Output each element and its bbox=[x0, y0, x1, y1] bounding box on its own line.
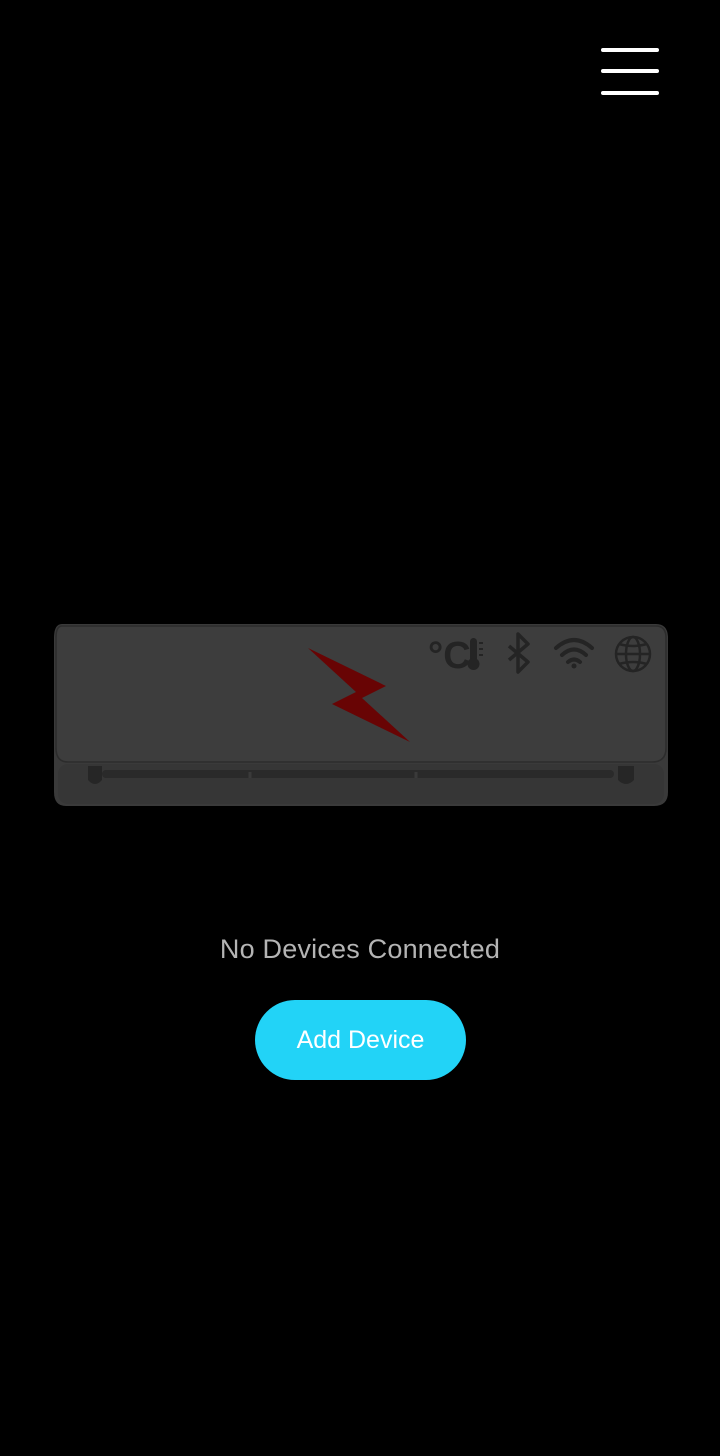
menu-button[interactable] bbox=[594, 42, 666, 102]
air-conditioner-illustration: °C bbox=[50, 622, 670, 808]
add-device-button[interactable]: Add Device bbox=[255, 1000, 466, 1080]
temperature-indicator: °C bbox=[428, 635, 471, 677]
temperature-unit-label: °C bbox=[428, 635, 471, 677]
no-devices-status: No Devices Connected bbox=[219, 934, 501, 964]
